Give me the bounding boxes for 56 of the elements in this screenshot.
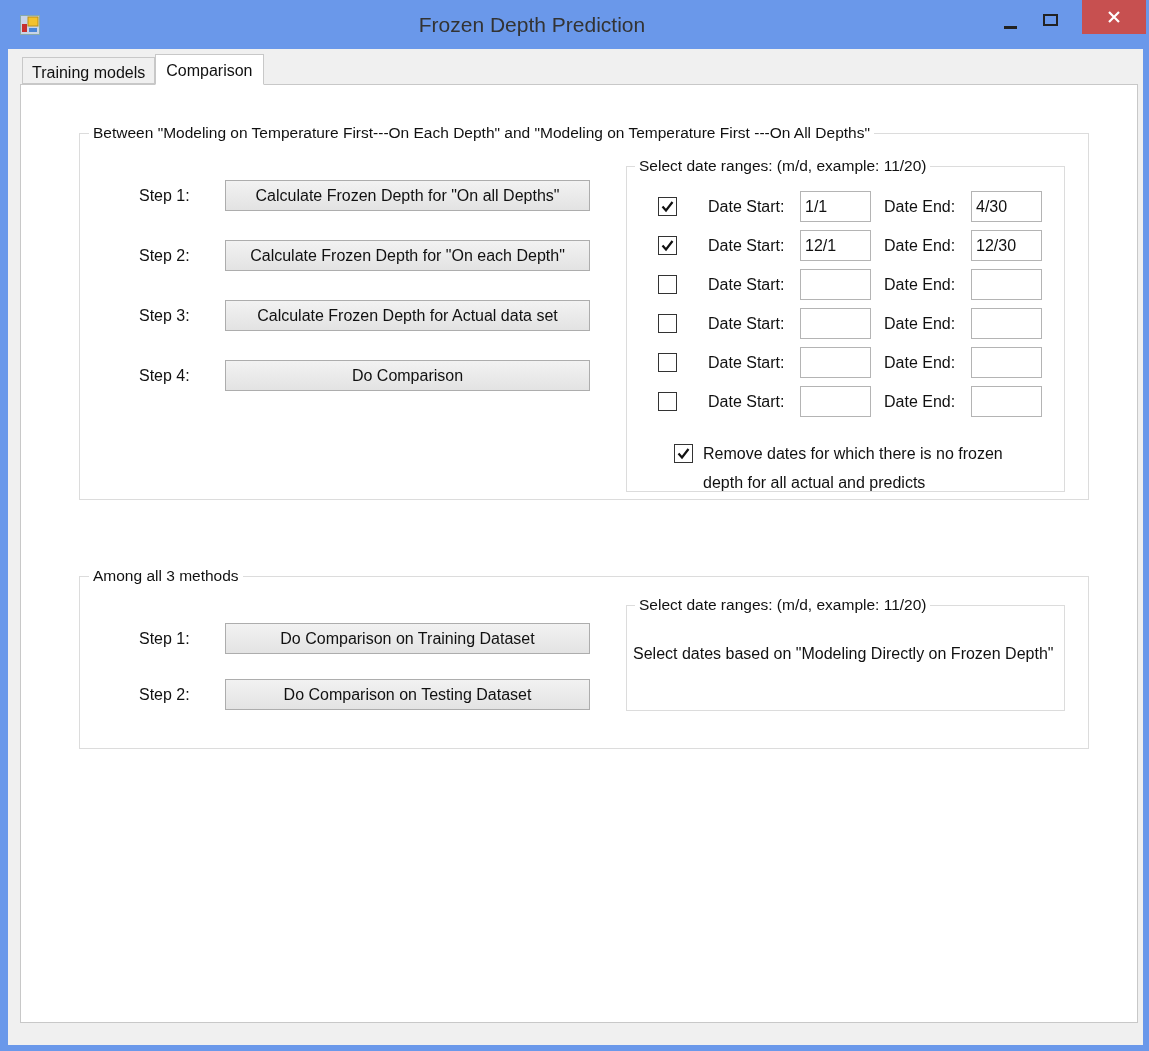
tab[interactable]: Comparison [155,54,264,85]
close-icon [1108,11,1120,23]
step-button[interactable]: Calculate Frozen Depth for "On all Depths" [225,180,590,211]
field-label: Date End: [884,274,957,295]
window-title: Frozen Depth Prediction [417,11,647,38]
app-icon [20,14,40,35]
step-label: Step 3: [139,305,191,326]
step-button[interactable]: Do Comparison [225,360,590,391]
date-end-field[interactable] [971,386,1042,417]
date-start-field[interactable] [800,347,871,378]
field-label: Date Start: [708,196,786,217]
date-start-field[interactable] [800,269,871,300]
check-icon [661,200,674,213]
checkbox[interactable] [658,275,677,294]
field-label: Date End: [884,235,957,256]
field-label: Date Start: [708,352,786,373]
close-button[interactable] [1082,0,1146,34]
checkbox-label: Remove dates for which there is no frozen depth for all actual and predicts [703,444,1004,493]
date-start-field[interactable]: 1/1 [800,191,871,222]
date-end-field[interactable] [971,308,1042,339]
step-label: Step 2: [139,684,191,705]
minimize-icon[interactable] [1004,25,1017,30]
date-end-field[interactable]: 4/30 [971,191,1042,222]
field-label: Date End: [884,352,957,373]
checkbox[interactable] [658,236,677,255]
step-button[interactable]: Do Comparison on Testing Dataset [225,679,590,710]
step-label: Step 1: [139,628,191,649]
checkbox[interactable] [658,197,677,216]
date-end-field[interactable] [971,347,1042,378]
date-start-field[interactable]: 12/1 [800,230,871,261]
check-icon [661,239,674,252]
tab[interactable]: Training models [22,57,156,84]
step-label: Step 4: [139,365,191,386]
check-icon [677,447,690,460]
date-end-field[interactable] [971,269,1042,300]
field-label: Date Start: [708,235,786,256]
field-label: Date End: [884,313,957,334]
date-end-field[interactable]: 12/30 [971,230,1042,261]
step-label: Step 1: [139,185,191,206]
maximize-icon[interactable] [1043,13,1058,26]
checkbox[interactable] [658,353,677,372]
field-label: Date End: [884,391,957,412]
checkbox[interactable] [674,444,693,463]
checkbox[interactable] [658,314,677,333]
checkbox[interactable] [658,392,677,411]
date-start-field[interactable] [800,386,871,417]
date-start-field[interactable] [800,308,871,339]
step-button[interactable]: Calculate Frozen Depth for "On each Depth" [225,240,590,271]
step-label: Step 2: [139,245,191,266]
field-label: Date Start: [708,391,786,412]
field-label: Date Start: [708,313,786,334]
step-button[interactable]: Calculate Frozen Depth for Actual data set [225,300,590,331]
field-label: Date Start: [708,274,786,295]
step-button[interactable]: Do Comparison on Training Dataset [225,623,590,654]
field-label: Date End: [884,196,957,217]
note-text: Select dates based on "Modeling Directly on Frozen Depth" [633,644,1055,664]
